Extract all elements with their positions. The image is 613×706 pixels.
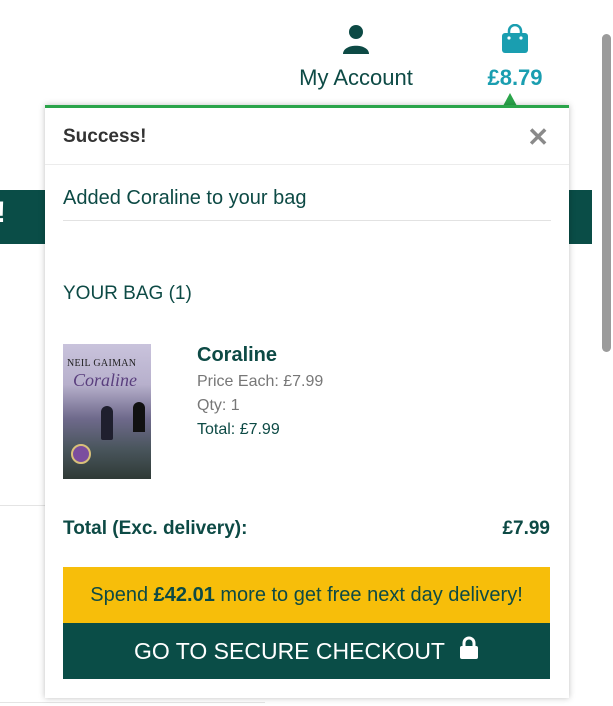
totals-label: Total (Exc. delivery): <box>63 518 248 539</box>
totals-value: £7.99 <box>502 518 550 539</box>
added-message: Added Coraline to your bag <box>63 187 551 221</box>
bag-link[interactable]: £8.79 <box>476 23 554 91</box>
added-to-bag-popup: Success! ✕ Added Coraline to your bag YO… <box>45 105 569 698</box>
bag-total: £8.79 <box>487 65 543 90</box>
item-name-link[interactable]: Coraline <box>197 344 323 367</box>
checkout-label: GO TO SECURE CHECKOUT <box>134 637 445 664</box>
secure-checkout-button[interactable]: GO TO SECURE CHECKOUT <box>63 623 550 679</box>
user-icon <box>342 25 370 58</box>
my-account-link[interactable]: My Account <box>290 24 422 91</box>
bag-heading: YOUR BAG (1) <box>63 283 192 304</box>
account-label: My Account <box>299 65 413 90</box>
lock-icon <box>459 636 479 666</box>
cover-title: Coraline <box>73 370 138 390</box>
cover-figure <box>101 406 113 440</box>
banner-text-fragment: ! <box>0 196 6 230</box>
shopping-bag-icon <box>501 23 529 58</box>
free-delivery-banner: Spend £42.01 more to get free next day d… <box>63 567 550 623</box>
cover-badge <box>71 444 91 464</box>
success-title: Success! <box>63 126 147 147</box>
promo-prefix: Spend <box>90 584 149 606</box>
divider <box>0 505 46 506</box>
cover-cat <box>133 402 145 432</box>
item-quantity: Qty: 1 <box>197 397 240 414</box>
divider <box>0 702 265 703</box>
promo-amount: £42.01 <box>153 584 215 606</box>
bag-item: NEIL GAIMAN Coraline Coraline Price Each… <box>63 344 553 484</box>
cover-author: NEIL GAIMAN <box>67 358 137 369</box>
close-icon[interactable]: ✕ <box>527 122 549 153</box>
popup-header: Success! ✕ <box>45 108 569 165</box>
scrollbar-thumb[interactable] <box>602 34 611 352</box>
promo-suffix: more to get free next day delivery! <box>220 584 523 606</box>
item-price-each: Price Each: £7.99 <box>197 373 324 390</box>
item-total: Total: £7.99 <box>197 421 280 438</box>
book-cover-image[interactable]: NEIL GAIMAN Coraline <box>63 344 151 479</box>
item-details: Coraline Price Each: £7.99 Qty: 1 Total:… <box>197 344 323 439</box>
scrollbar[interactable] <box>599 0 613 706</box>
